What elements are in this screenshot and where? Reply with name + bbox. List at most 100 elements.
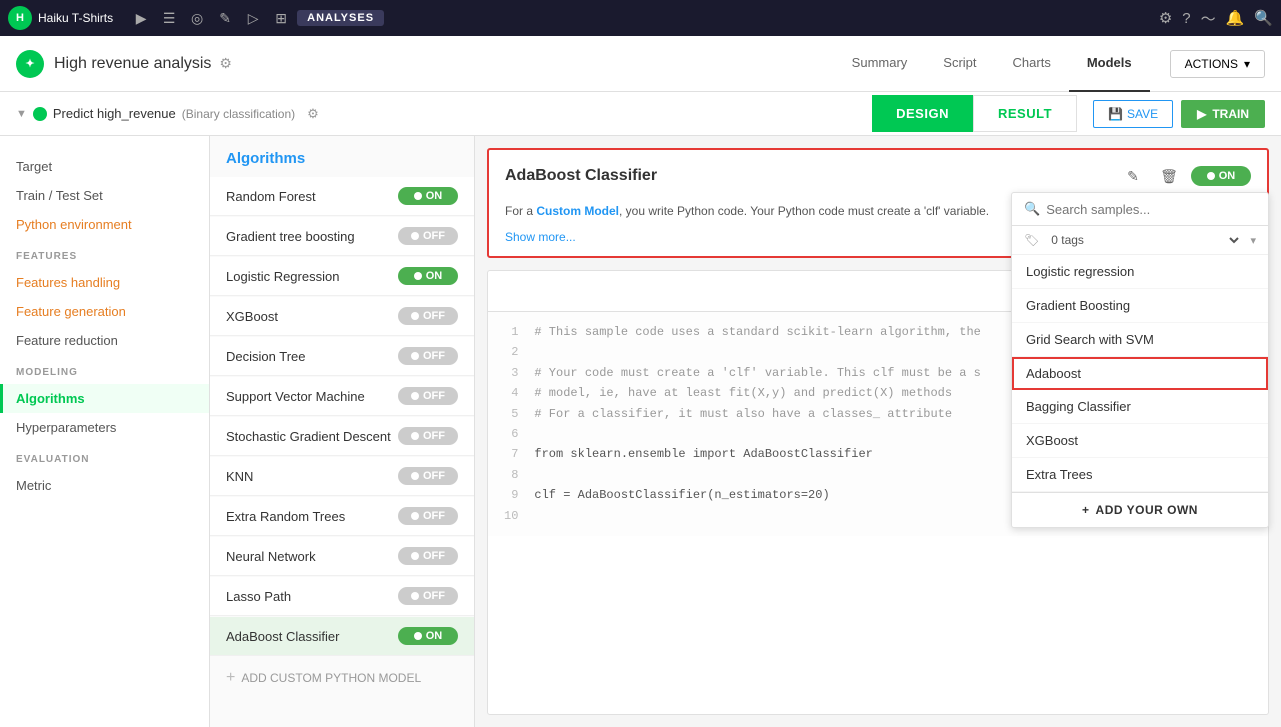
dropdown-tags: 🏷 0 tags ▾ bbox=[1012, 226, 1268, 255]
save-button[interactable]: 💾 SAVE bbox=[1093, 100, 1173, 128]
add-your-own-label: ADD YOUR OWN bbox=[1096, 503, 1198, 517]
status-dot bbox=[33, 107, 47, 121]
algo-name: Extra Random Trees bbox=[226, 509, 345, 524]
save-label: SAVE bbox=[1127, 107, 1158, 121]
nav-script[interactable]: Script bbox=[925, 36, 994, 92]
toggle-svm[interactable]: OFF bbox=[398, 387, 458, 405]
algo-neural-network: Neural Network OFF bbox=[210, 537, 474, 576]
dropdown-item-bagging-classifier[interactable]: Bagging Classifier bbox=[1012, 390, 1268, 424]
project-settings-icon[interactable]: ⚙ bbox=[219, 55, 232, 72]
line-numbers: 12345678910 bbox=[504, 322, 518, 526]
algo-random-forest: Random Forest ON bbox=[210, 177, 474, 216]
triangle-icon[interactable]: ▶ bbox=[131, 8, 151, 28]
delete-adaboost-button[interactable]: 🗑 bbox=[1155, 162, 1183, 190]
analyses-button[interactable]: ANALYSES bbox=[297, 10, 384, 26]
adaboost-toggle[interactable]: ON bbox=[1191, 166, 1251, 186]
algo-sgd: Stochastic Gradient Descent OFF bbox=[210, 417, 474, 456]
nav-models[interactable]: Models bbox=[1069, 36, 1150, 92]
code-samples-dropdown: 🔍 🏷 0 tags ▾ Logistic regression Gradien… bbox=[1011, 192, 1269, 528]
play-icon[interactable]: ▷ bbox=[243, 8, 263, 28]
tags-chevron-icon: ▾ bbox=[1250, 234, 1256, 247]
settings-icon[interactable]: ⚙ bbox=[1159, 9, 1172, 27]
train-label: TRAIN bbox=[1212, 107, 1249, 121]
dropdown-item-xgboost[interactable]: XGBoost bbox=[1012, 424, 1268, 458]
grid-icon[interactable]: ⊞ bbox=[271, 8, 291, 28]
tab-buttons: DESIGN RESULT bbox=[872, 95, 1077, 132]
actions-chevron-icon: ▾ bbox=[1244, 57, 1250, 71]
dropdown-item-adaboost[interactable]: Adaboost bbox=[1012, 357, 1268, 390]
sidebar-item-train-test[interactable]: Train / Test Set bbox=[0, 181, 209, 210]
play-train-icon: ▶ bbox=[1197, 107, 1206, 121]
nav-charts[interactable]: Charts bbox=[995, 36, 1069, 92]
toggle-decision-tree[interactable]: OFF bbox=[398, 347, 458, 365]
add-custom-label: ADD CUSTOM PYTHON MODEL bbox=[241, 671, 421, 685]
evaluation-section-title: EVALUATION bbox=[0, 442, 209, 471]
result-tab[interactable]: RESULT bbox=[973, 95, 1077, 132]
save-train-buttons: 💾 SAVE ▶ TRAIN bbox=[1093, 100, 1265, 128]
toggle-neural-network[interactable]: OFF bbox=[398, 547, 458, 565]
design-tab[interactable]: DESIGN bbox=[872, 95, 973, 132]
adaboost-actions: ✎ 🗑 ON bbox=[1119, 162, 1251, 190]
bars-icon[interactable]: ☰ bbox=[159, 8, 179, 28]
actions-label: ACTIONS bbox=[1185, 57, 1238, 71]
predict-label: ▼ Predict high_revenue (Binary classific… bbox=[16, 106, 319, 122]
algo-name: AdaBoost Classifier bbox=[226, 629, 339, 644]
features-section-title: FEATURES bbox=[0, 239, 209, 268]
pencil-icon[interactable]: ✎ bbox=[215, 8, 235, 28]
toggle-adaboost[interactable]: ON bbox=[398, 627, 458, 645]
train-button[interactable]: ▶ TRAIN bbox=[1181, 100, 1265, 128]
help-icon[interactable]: ? bbox=[1182, 10, 1190, 27]
sub-header: ▼ Predict high_revenue (Binary classific… bbox=[0, 92, 1281, 136]
code-lines[interactable]: # This sample code uses a standard sciki… bbox=[534, 322, 980, 526]
toggle-logistic-regression[interactable]: ON bbox=[398, 267, 458, 285]
sidebar-item-feature-generation[interactable]: Feature generation bbox=[0, 297, 209, 326]
algo-name: Logistic Regression bbox=[226, 269, 339, 284]
header-logo: ✦ bbox=[16, 50, 44, 78]
toggle-xgboost[interactable]: OFF bbox=[398, 307, 458, 325]
add-custom-model-button[interactable]: + ADD CUSTOM PYTHON MODEL bbox=[210, 657, 474, 699]
edit-adaboost-button[interactable]: ✎ bbox=[1119, 162, 1147, 190]
actions-button[interactable]: ACTIONS ▾ bbox=[1170, 50, 1265, 78]
sidebar-item-python-env[interactable]: Python environment bbox=[0, 210, 209, 239]
dropdown-item-logistic-regression[interactable]: Logistic regression bbox=[1012, 255, 1268, 289]
sidebar-item-feature-reduction[interactable]: Feature reduction bbox=[0, 326, 209, 355]
search-icon[interactable]: 🔍 bbox=[1254, 9, 1273, 27]
nav-summary[interactable]: Summary bbox=[834, 36, 926, 92]
save-icon: 💾 bbox=[1108, 107, 1123, 121]
algo-lasso-path: Lasso Path OFF bbox=[210, 577, 474, 616]
sidebar-item-hyperparameters[interactable]: Hyperparameters bbox=[0, 413, 209, 442]
tags-select[interactable]: 0 tags bbox=[1047, 232, 1242, 248]
toggle-knn[interactable]: OFF bbox=[398, 467, 458, 485]
toggle-extra-random-trees[interactable]: OFF bbox=[398, 507, 458, 525]
app-name: Haiku T-Shirts bbox=[38, 11, 113, 25]
algo-name: XGBoost bbox=[226, 309, 278, 324]
sidebar-item-features-handling[interactable]: Features handling bbox=[0, 268, 209, 297]
custom-model-link[interactable]: Custom Model bbox=[536, 204, 619, 218]
predict-type: (Binary classification) bbox=[182, 107, 295, 121]
dropdown-search-icon: 🔍 bbox=[1024, 201, 1040, 217]
dropdown-item-grid-search-svm[interactable]: Grid Search with SVM bbox=[1012, 323, 1268, 357]
algorithms-header: Algorithms bbox=[210, 136, 474, 177]
circle-icon[interactable]: ◎ bbox=[187, 8, 207, 28]
algo-name: Support Vector Machine bbox=[226, 389, 365, 404]
main-content: AdaBoost Classifier ✎ 🗑 ON For a Custom … bbox=[475, 136, 1281, 727]
activity-icon[interactable]: 〜 bbox=[1201, 8, 1216, 29]
add-your-own-button[interactable]: + ADD YOUR OWN bbox=[1012, 492, 1268, 527]
toggle-lasso-path[interactable]: OFF bbox=[398, 587, 458, 605]
dropdown-item-gradient-boosting[interactable]: Gradient Boosting bbox=[1012, 289, 1268, 323]
dropdown-search-input[interactable] bbox=[1046, 202, 1256, 217]
app-logo: H bbox=[8, 6, 32, 30]
bell-icon[interactable]: 🔔 bbox=[1226, 9, 1245, 27]
algo-name: Random Forest bbox=[226, 189, 316, 204]
predict-settings-icon[interactable]: ⚙ bbox=[307, 106, 319, 122]
algo-adaboost: AdaBoost Classifier ON bbox=[210, 617, 474, 656]
sidebar-item-target[interactable]: Target bbox=[0, 152, 209, 181]
toggle-sgd[interactable]: OFF bbox=[398, 427, 458, 445]
algorithm-panel: Algorithms Random Forest ON Gradient tre… bbox=[210, 136, 475, 727]
nav-icons: ▶ ☰ ◎ ✎ ▷ ⊞ bbox=[131, 8, 291, 28]
toggle-random-forest[interactable]: ON bbox=[398, 187, 458, 205]
toggle-gradient-boosting[interactable]: OFF bbox=[398, 227, 458, 245]
sidebar-item-metric[interactable]: Metric bbox=[0, 471, 209, 500]
sidebar-item-algorithms[interactable]: Algorithms bbox=[0, 384, 209, 413]
dropdown-item-extra-trees[interactable]: Extra Trees bbox=[1012, 458, 1268, 492]
